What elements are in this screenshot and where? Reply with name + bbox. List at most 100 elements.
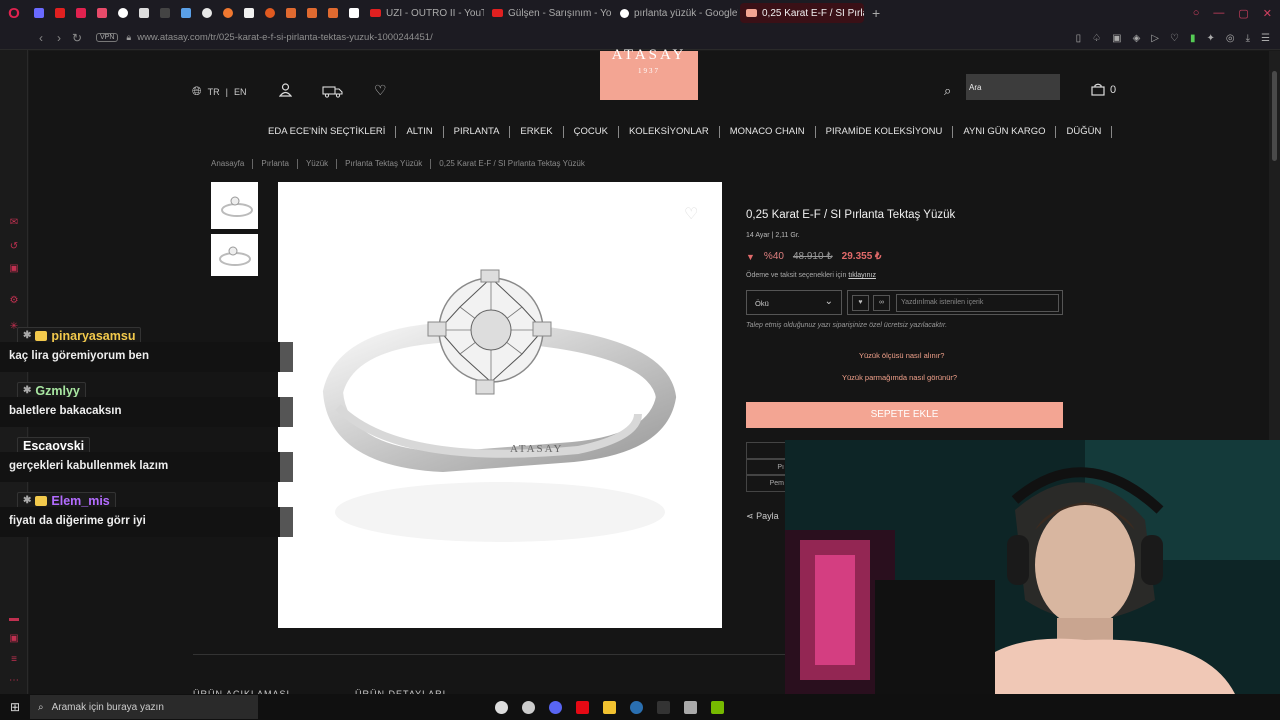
settings-icon[interactable] xyxy=(522,700,535,714)
pinned-tab[interactable] xyxy=(49,0,70,26)
sidebar-mail-icon[interactable]: ✉ xyxy=(8,218,20,228)
lang-en[interactable]: EN xyxy=(234,87,247,97)
tab-google-search[interactable]: pırlanta yüzük - Google'da xyxy=(614,3,738,23)
pinned-tab[interactable] xyxy=(70,0,91,26)
sidebar-gx-icon[interactable]: ≡ xyxy=(8,655,20,665)
payment-options-link[interactable]: tıklayınız xyxy=(848,272,876,279)
tab-youtube-uzi[interactable]: UZI - OUTRO II - YouTu xyxy=(364,3,484,23)
truck-icon[interactable] xyxy=(322,85,344,98)
add-to-cart-button[interactable]: SEPETE EKLE xyxy=(746,402,1063,428)
nav-ayni-gun-kargo[interactable]: AYNI GÜN KARGO xyxy=(953,126,1057,138)
product-main-image[interactable]: ATASAY xyxy=(278,182,722,628)
download-icon[interactable]: ⤓ xyxy=(1246,33,1250,44)
engraving-input[interactable]: Yazdırılmak istenilen içerik xyxy=(896,294,1059,312)
back-button[interactable]: ‹ xyxy=(32,31,50,45)
url-field[interactable]: www.atasay.com/tr/025-karat-e-f-si-pirla… xyxy=(137,32,433,43)
close-window-button[interactable]: ✕ xyxy=(1263,7,1272,20)
nav-eda-ece[interactable]: EDA ECE'NİN SEÇTİKLERİ xyxy=(258,126,397,138)
nav-altin[interactable]: ALTIN xyxy=(396,126,444,138)
ring-size-link[interactable]: Yüzük ölçüsü nasıl alınır? xyxy=(859,351,944,360)
bookmark-icon[interactable]: ♤ xyxy=(1092,33,1101,44)
play-icon[interactable]: ▷ xyxy=(1151,33,1159,44)
snapshot-icon[interactable]: ◎ xyxy=(1226,33,1235,44)
product-thumbnail[interactable] xyxy=(211,182,258,229)
menu-icon[interactable]: ☰ xyxy=(1261,33,1270,44)
lang-tr[interactable]: TR xyxy=(208,87,220,97)
file-explorer-icon[interactable] xyxy=(603,700,616,714)
pinned-tab[interactable] xyxy=(238,0,259,26)
taskbar-search[interactable]: ⌕ Aramak için buraya yazın xyxy=(30,695,258,719)
favorites-heart-icon[interactable]: ♡ xyxy=(374,82,387,99)
sidebar-history-icon[interactable]: ↺ xyxy=(8,242,20,252)
product-thumbnail[interactable] xyxy=(211,234,258,276)
extensions-icon[interactable]: ▮ xyxy=(1190,33,1196,44)
pinned-tab[interactable] xyxy=(259,0,280,26)
breadcrumb-item[interactable]: Pırlanta xyxy=(261,159,298,169)
nav-cocuk[interactable]: ÇOCUK xyxy=(564,126,619,138)
netflix-icon[interactable] xyxy=(576,700,589,714)
epic-games-icon[interactable] xyxy=(657,700,670,714)
sidebar-box2-icon[interactable]: ▣ xyxy=(8,634,20,644)
on-finger-link[interactable]: Yüzük parmağımda nasıl görünür? xyxy=(842,373,957,382)
vpn-badge[interactable]: VPN xyxy=(96,33,119,42)
steam-icon[interactable] xyxy=(630,700,643,714)
pinned-tab[interactable] xyxy=(322,0,343,26)
sidebar-toggle-icon[interactable]: ▯ xyxy=(1076,33,1082,44)
opera-logo-icon[interactable]: O xyxy=(0,0,28,26)
pinned-tab[interactable] xyxy=(343,0,364,26)
pinned-tab[interactable] xyxy=(196,0,217,26)
search-icon[interactable]: ⌕ xyxy=(944,83,951,99)
nav-monaco-chain[interactable]: MONACO CHAIN xyxy=(720,126,816,138)
cart-button[interactable]: 0 xyxy=(1091,83,1116,96)
nvidia-icon[interactable] xyxy=(711,700,724,714)
font-select[interactable]: Ökü ⌄ xyxy=(746,290,842,315)
sidebar-box-icon[interactable]: ▣ xyxy=(8,264,20,274)
add-favorite-heart-icon[interactable]: ♡ xyxy=(684,204,698,224)
share-button[interactable]: ⋖ Payla xyxy=(746,511,779,522)
heart-icon[interactable]: ♡ xyxy=(1170,33,1179,44)
search-tabs-icon[interactable]: ○ xyxy=(1193,7,1200,19)
heart-symbol-button[interactable]: ♥ xyxy=(852,295,869,311)
maximize-button[interactable]: ▢ xyxy=(1238,7,1248,20)
breadcrumb-item[interactable]: Anasayfa xyxy=(211,159,254,169)
shield-icon[interactable]: ◈ xyxy=(1133,33,1141,44)
nav-koleksiyonlar[interactable]: KOLEKSİYONLAR xyxy=(619,126,720,138)
nav-dugun[interactable]: DÜĞÜN xyxy=(1056,126,1113,138)
pinned-tab[interactable] xyxy=(28,0,49,26)
puzzle-icon[interactable]: ✦ xyxy=(1206,33,1214,44)
pinned-tab[interactable] xyxy=(301,0,322,26)
pinned-tab[interactable] xyxy=(154,0,175,26)
pinned-tab[interactable] xyxy=(112,0,133,26)
pinned-tab[interactable] xyxy=(217,0,238,26)
new-tab-button[interactable]: + xyxy=(866,5,886,21)
sidebar-more-icon[interactable]: ▬ xyxy=(8,614,20,624)
language-switcher[interactable]: 🌐︎ TR | EN xyxy=(192,84,246,99)
forward-button[interactable]: › xyxy=(50,31,68,45)
sidebar-dots-icon[interactable]: ⋯ xyxy=(8,676,20,686)
search-input[interactable]: Ara xyxy=(966,74,1060,100)
user-icon[interactable] xyxy=(279,83,292,97)
pinned-tab[interactable] xyxy=(133,0,154,26)
sidebar-settings-icon[interactable]: ⚙ xyxy=(8,296,20,306)
crown-badge-icon xyxy=(35,495,48,506)
tab-atasay-product[interactable]: 0,25 Karat E-F / SI Pırlanta × xyxy=(740,3,864,23)
infinity-symbol-button[interactable]: ∞ xyxy=(873,295,890,311)
breadcrumb-item[interactable]: Pırlanta Tektaş Yüzük xyxy=(345,159,432,169)
nav-piramide[interactable]: PIRAMİDE KOLEKSİYONU xyxy=(816,126,954,138)
discord-icon[interactable] xyxy=(549,700,562,714)
tab-youtube-gulsen[interactable]: Gülşen - Sarışınım - YouTu xyxy=(486,3,612,23)
obs-icon[interactable] xyxy=(495,700,508,714)
windows-start-icon[interactable]: ⊞ xyxy=(0,700,30,714)
lock-icon[interactable]: 🔒︎ xyxy=(126,32,131,43)
nav-erkek[interactable]: ERKEK xyxy=(510,126,564,138)
breadcrumb-item[interactable]: Yüzük xyxy=(306,159,338,169)
pinned-tab[interactable] xyxy=(175,0,196,26)
reload-button[interactable]: ↻ xyxy=(68,31,86,45)
atasay-logo[interactable]: ATASAY 1937 xyxy=(600,47,698,100)
camera-icon[interactable]: ▣ xyxy=(1112,33,1121,44)
pinned-tab[interactable] xyxy=(280,0,301,26)
nav-pirlanta[interactable]: PIRLANTA xyxy=(444,126,511,138)
pinned-tab[interactable] xyxy=(91,0,112,26)
notepad-icon[interactable] xyxy=(684,700,697,714)
minimize-button[interactable]: — xyxy=(1213,7,1224,19)
